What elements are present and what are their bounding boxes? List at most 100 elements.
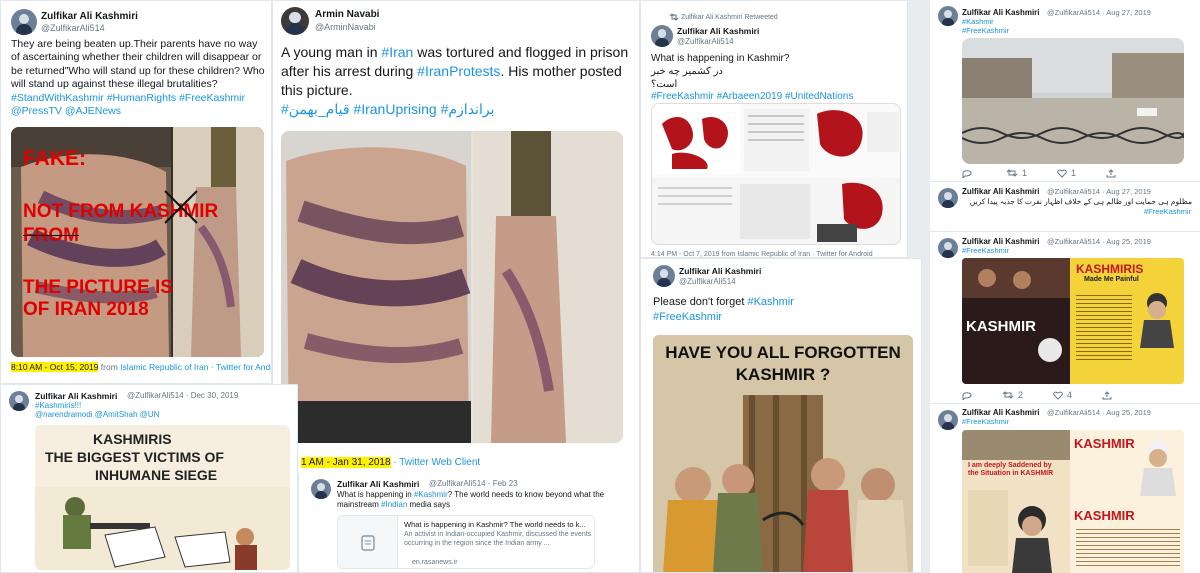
hashtag-iranprotests[interactable]: #IranProtests <box>417 63 500 79</box>
booklet-illustration <box>652 104 900 244</box>
avatar[interactable] <box>938 410 958 430</box>
like-button[interactable]: 4 <box>1053 390 1072 400</box>
tweet-photo-barbed-wire[interactable] <box>962 38 1184 164</box>
like-button[interactable]: 1 <box>1057 168 1076 178</box>
hashtag-freekashmir[interactable]: #FreeKashmir <box>962 246 1009 256</box>
tweet-timestamp[interactable]: 1 AM - Jan 31, 2018 · Twitter Web Client <box>301 457 480 468</box>
share-button[interactable] <box>1102 390 1112 400</box>
retweet-button[interactable]: 1 <box>1006 168 1027 178</box>
author-name[interactable]: Zulfikar Ali Kashmiri <box>962 187 1040 196</box>
share-icon <box>1106 168 1116 177</box>
tweet-photo-kashmiris-made-me-painful[interactable]: KASHMIR KASHMIRIS Made Me Painful <box>962 258 1184 384</box>
poster-headline-2: KASHMIR ? <box>735 365 831 384</box>
avatar[interactable] <box>938 6 958 26</box>
tweet-card-kashmiri-link[interactable]: Zulfikar Ali Kashmiri @ZulfikarAli514 · … <box>298 473 640 573</box>
tweet-text: Please don't forget #Kashmir #FreeKashmi… <box>653 295 913 326</box>
reply-icon <box>962 169 972 178</box>
avatar[interactable] <box>938 188 958 208</box>
avatar[interactable] <box>281 7 309 35</box>
tweet-timestamp[interactable]: 4:14 PM - Oct 7, 2019 from Islamic Repub… <box>651 251 873 257</box>
author-name[interactable]: Zulfikar Ali Kashmiri <box>41 11 138 22</box>
tweet-card-kashmiri-cartoon[interactable]: Zulfikar Ali Kashmiri @ZulfikarAli514 · … <box>0 384 298 573</box>
tweet-card-kashmiri-retweet[interactable]: Zulfikar Ali Kashmiri Retweeted Zulfikar… <box>640 0 908 258</box>
author-handle[interactable]: @ZulfikarAli514 · Dec 30, 2019 <box>127 391 238 400</box>
link-preview-card[interactable]: What is happening in Kashmir? The world … <box>337 515 595 569</box>
mentions[interactable]: @narendramodi @AmitShah @UN <box>35 410 159 420</box>
share-button[interactable] <box>1106 168 1116 178</box>
author-handle[interactable]: @ZulfikarAli514 · Aug 27, 2019 <box>1047 8 1151 17</box>
author-handle[interactable]: @ArminNavabi <box>315 22 376 32</box>
avatar[interactable] <box>938 238 958 258</box>
poster-headline-1: HAVE YOU ALL FORGOTTEN <box>665 343 901 362</box>
tweet-timestamp[interactable]: 8:10 AM - Oct 15, 2019 from Islamic Repu… <box>11 362 271 372</box>
author-name[interactable]: Zulfikar Ali Kashmiri <box>679 266 761 276</box>
hashtag-iran[interactable]: #Iran <box>381 44 413 60</box>
avatar[interactable] <box>651 25 673 47</box>
reply-button[interactable] <box>962 390 972 400</box>
reply-icon <box>962 391 972 400</box>
poster-left-title: KASHMIR <box>966 318 1036 335</box>
hashtag-kashmir[interactable]: #Kashmir <box>747 296 793 308</box>
from-label: FROM <box>23 225 79 246</box>
hashtag-freekashmir[interactable]: #FreeKashmir <box>653 311 722 323</box>
retweet-button[interactable]: 2 <box>1002 390 1023 400</box>
link-preview-domain: en.rasanews.ir <box>412 559 458 566</box>
author-name[interactable]: Zulfikar Ali Kashmiri <box>962 408 1040 417</box>
avatar[interactable] <box>11 9 37 35</box>
poster-portrait <box>1140 293 1174 348</box>
tweet-photo-forgotten-poster[interactable]: HAVE YOU ALL FORGOTTEN KASHMIR ? <box>653 335 913 572</box>
author-name[interactable]: Zulfikar Ali Kashmiri <box>677 26 759 36</box>
poster-right-sub: Made Me Painful <box>1084 276 1139 283</box>
right-column-timeline: Zulfikar Ali Kashmiri @ZulfikarAli514 · … <box>930 0 1200 573</box>
tweet-text-plain: They are being beaten up.Their parents h… <box>11 38 265 91</box>
tweet-card-saddened-poster[interactable]: Zulfikar Ali Kashmiri @ZulfikarAli514 · … <box>930 404 1200 573</box>
retweet-label: Zulfikar Ali Kashmiri Retweeted <box>669 13 778 21</box>
author-name[interactable]: Zulfikar Ali Kashmiri <box>35 391 117 401</box>
cartoon-title-1: KASHMIRIS <box>93 431 172 447</box>
tweet-card-urdu[interactable]: Zulfikar Ali Kashmiri @ZulfikarAli514 · … <box>930 182 1200 232</box>
avatar[interactable] <box>9 391 29 411</box>
author-name[interactable]: Zulfikar Ali Kashmiri <box>337 479 419 489</box>
author-handle[interactable]: @ZulfikarAli514 <box>679 277 736 286</box>
timestamp-client[interactable]: · Twitter Web Client <box>391 457 480 468</box>
tweet-card-kashmiris-poster[interactable]: Zulfikar Ali Kashmiri @ZulfikarAli514 · … <box>930 232 1200 404</box>
poster-left-heading: I am deeply Saddened by the Situation in… <box>968 462 1054 478</box>
hashtag-kashmir[interactable]: #Kashmir <box>414 490 448 499</box>
text-line-1: What is happening in Kashmir? <box>651 53 790 64</box>
author-handle[interactable]: @ZulfikarAli514 · Aug 25, 2019 <box>1047 237 1151 246</box>
author-handle[interactable]: @ZulfikarAli514 · Aug 25, 2019 <box>1047 408 1151 417</box>
author-handle[interactable]: @ZulfikarAli514 <box>41 23 105 33</box>
hashtags-persian[interactable]: #قیام_بهمن #IranUprising #براندازم <box>281 101 494 117</box>
tweet-photo-injured-back[interactable]: FAKE: NOT FROM KASHMIR FROM THE PICTURE … <box>11 127 264 357</box>
mentions[interactable]: @PressTV @AJENews <box>11 105 121 117</box>
tweet-photo-deeply-saddened[interactable]: I am deeply Saddened by the Situation in… <box>962 430 1184 573</box>
hashtags[interactable]: #StandWithKashmir #HumanRights #FreeKash… <box>11 92 245 104</box>
poster-right-title: KASHMIRIS <box>1076 262 1144 276</box>
timestamp-place[interactable]: Islamic Republic of Iran <box>120 362 208 372</box>
tweet-card-kashmiri-1[interactable]: Zulfikar Ali Kashmiri @ZulfikarAli514 Th… <box>0 0 272 384</box>
hashtag-indian[interactable]: #Indian <box>381 500 407 509</box>
avatar[interactable] <box>653 265 675 287</box>
text-part: A young man in <box>281 44 382 60</box>
poster-right-panel: KASHMIRIS Made Me Painful <box>1070 258 1184 384</box>
tweet-card-armin[interactable]: Armin Navabi @ArminNavabi A young man in… <box>272 0 640 480</box>
like-count: 4 <box>1067 390 1073 400</box>
timestamp-client[interactable]: · Twitter for Android <box>209 362 271 372</box>
tweet-photo-cartoon[interactable]: KASHMIRIS THE BIGGEST VICTIMS OF INHUMAN… <box>35 425 290 570</box>
tweet-card-barbed-wire[interactable]: Zulfikar Ali Kashmiri @ZulfikarAli514 · … <box>930 0 1200 182</box>
tweet-card-kashmiri-poster[interactable]: Zulfikar Ali Kashmiri @ZulfikarAli514 Pl… <box>640 258 922 573</box>
author-name[interactable]: Zulfikar Ali Kashmiri <box>962 237 1040 246</box>
author-name[interactable]: Zulfikar Ali Kashmiri <box>962 8 1040 17</box>
reply-button[interactable] <box>962 168 976 178</box>
author-name[interactable]: Armin Navabi <box>315 9 379 20</box>
share-icon <box>1102 390 1112 399</box>
tweet-photo-booklet[interactable] <box>651 103 901 245</box>
author-handle[interactable]: @ZulfikarAli514 · Feb 23 <box>429 479 518 488</box>
author-handle[interactable]: @ZulfikarAli514 · Aug 27, 2019 <box>1047 187 1151 196</box>
tweet-photo-flogged-back[interactable] <box>281 131 623 443</box>
hashtag-freekashmir[interactable]: #FreeKashmir <box>962 26 1009 36</box>
hashtag-freekashmir[interactable]: #FreeKashmir <box>1144 207 1191 217</box>
avatar[interactable] <box>311 479 331 499</box>
hashtag-freekashmir[interactable]: #FreeKashmir <box>962 417 1009 427</box>
author-handle[interactable]: @ZulfikarAli514 <box>677 37 734 46</box>
